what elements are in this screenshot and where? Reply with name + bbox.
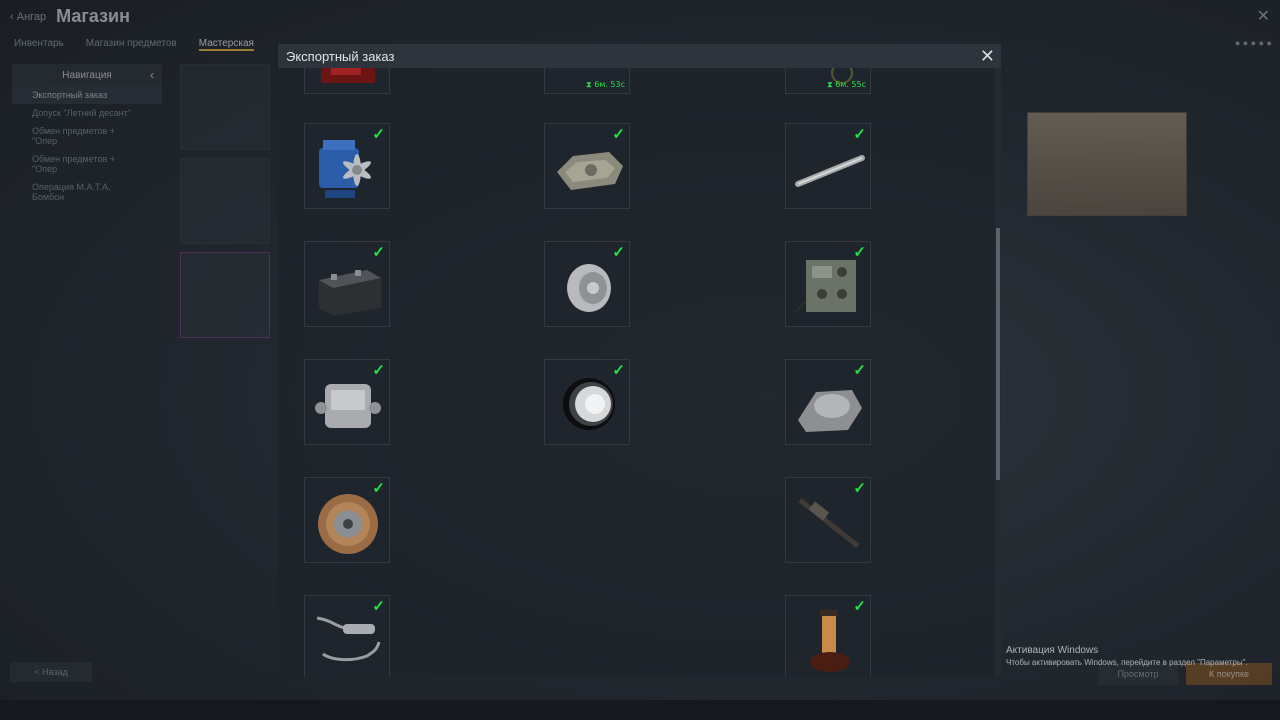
engine-icon	[319, 140, 371, 198]
bg-tab-item-shop: Магазин предметов	[85, 38, 177, 49]
bg-nav-header: Навигация ‹	[12, 64, 162, 86]
bg-card	[180, 252, 270, 338]
tank-hull-icon	[557, 152, 623, 190]
bg-resources: ● ● ● ● ●	[1234, 38, 1272, 48]
battery-icon	[319, 270, 381, 316]
gun-barrel-icon	[795, 155, 865, 187]
check-icon: ✓	[372, 480, 385, 497]
item-tile[interactable]: ✓	[785, 123, 871, 209]
item-tile[interactable]: ✓	[785, 241, 871, 327]
bg-tank-preview	[1027, 112, 1187, 216]
bg-nav-item: Экспортный заказ	[12, 86, 162, 104]
modal-title: Экспортный заказ	[286, 48, 395, 64]
check-icon: ✓	[612, 126, 625, 143]
close-icon[interactable]: ✕	[980, 47, 995, 65]
activation-subtitle: Чтобы активировать Windows, перейдите в …	[1006, 658, 1248, 667]
export-order-modal: Экспортный заказ ✕ ⧗ 6м. 53с ⧗ 6м. 55с ✓…	[278, 44, 1001, 677]
bg-back-button: < Назад	[10, 662, 92, 682]
item-tile[interactable]: ✓	[544, 359, 630, 445]
armor-plate-icon	[798, 390, 862, 432]
scrollbar[interactable]	[995, 68, 1001, 677]
gearbox-icon	[315, 384, 381, 428]
check-icon: ✓	[612, 362, 625, 379]
bg-tabs: Инвентарь Магазин предметов Мастерская	[14, 38, 254, 51]
item-tile[interactable]: ✓	[304, 123, 390, 209]
bg-navigation: Навигация ‹ Экспортный заказ Допуск "Летн…	[12, 64, 162, 206]
scrollbar-thumb[interactable]	[996, 228, 1000, 480]
items-grid: ⧗ 6м. 53с ⧗ 6м. 55с ✓ ✓ ✓ ✓ ✓ ✓ ✓ ✓ ✓ ✓ …	[278, 68, 995, 677]
item-tile[interactable]: ⧗ 6м. 55с	[785, 68, 871, 94]
item-tile[interactable]: ✓	[544, 123, 630, 209]
bg-nav-item: Допуск "Летний десант"	[32, 108, 131, 118]
bg-close-icon: ✕	[1256, 8, 1270, 25]
windows-activation-watermark: Активация Windows Чтобы активировать Win…	[1006, 645, 1248, 667]
bg-card	[180, 64, 270, 150]
check-icon: ✓	[612, 244, 625, 261]
check-icon: ✓	[372, 244, 385, 261]
item-tile[interactable]: ✓	[304, 359, 390, 445]
red-part-icon	[321, 68, 375, 83]
item-tile[interactable]	[304, 68, 390, 94]
wheel-rim-icon	[567, 264, 611, 312]
item-tile[interactable]: ✓	[544, 241, 630, 327]
check-icon: ✓	[853, 362, 866, 379]
bg-header: ‹ Ангар Магазин	[10, 6, 130, 27]
item-tile[interactable]: ⧗ 6м. 53с	[544, 68, 630, 94]
item-tile[interactable]: ✓	[785, 595, 871, 677]
bg-nav-item: Операция M.A.T.A. Бомбон	[32, 182, 111, 202]
item-tile[interactable]: ✓	[304, 241, 390, 327]
headlight-icon	[563, 378, 615, 430]
modal-header: Экспортный заказ ✕	[278, 44, 1001, 68]
bg-nav-item: Обмен предметов + "Опер	[32, 154, 116, 174]
item-tile[interactable]: ✓	[785, 477, 871, 563]
bg-tab-workshop: Мастерская	[198, 38, 254, 51]
machine-gun-icon	[798, 498, 860, 548]
item-tile[interactable]: ✓	[785, 359, 871, 445]
check-icon: ✓	[372, 362, 385, 379]
clutch-disc-icon	[318, 494, 378, 554]
bg-card	[180, 158, 270, 244]
check-icon: ✓	[853, 480, 866, 497]
check-icon: ✓	[853, 244, 866, 261]
check-icon: ✓	[853, 126, 866, 143]
check-icon: ✓	[853, 598, 866, 615]
bg-page-title: Магазин	[56, 6, 130, 26]
activation-title: Активация Windows	[1006, 645, 1099, 656]
collapse-icon: ‹	[150, 68, 154, 82]
bg-nav-item: Обмен предметов + "Опер	[32, 126, 116, 146]
bg-bottom-bar	[0, 700, 1280, 720]
item-tile[interactable]: ✓	[304, 477, 390, 563]
timer-label: ⧗ 6м. 53с	[586, 80, 625, 89]
check-icon: ✓	[372, 126, 385, 143]
bg-tab-inventory: Инвентарь	[14, 38, 64, 49]
radio-station-icon	[795, 260, 856, 313]
bg-cards	[180, 64, 270, 346]
item-tile[interactable]: ✓	[304, 595, 390, 677]
check-icon: ✓	[372, 598, 385, 615]
bg-back-link: ‹ Ангар	[10, 10, 47, 23]
bg-right-panel: ● ● ● ● ●	[1005, 0, 1280, 720]
timer-label: ⧗ 6м. 55с	[827, 80, 866, 89]
